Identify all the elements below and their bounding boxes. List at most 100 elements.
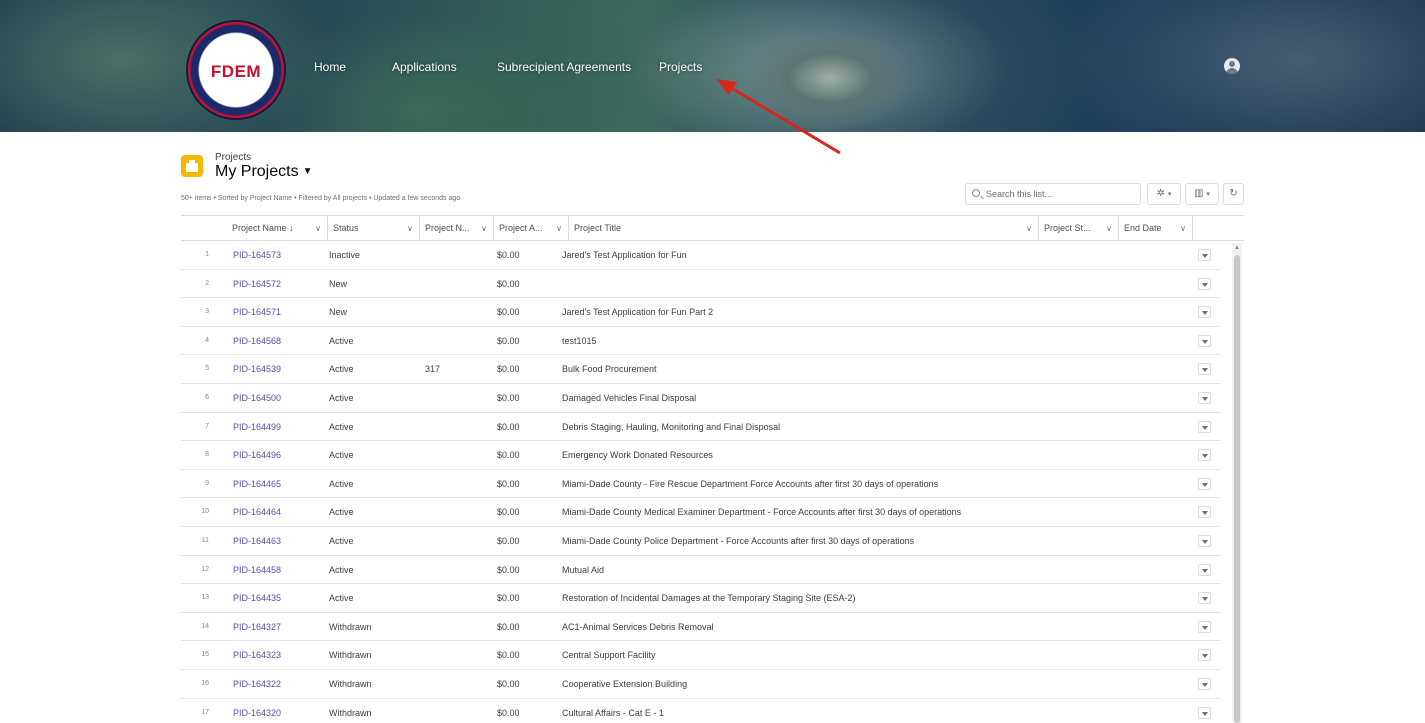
scroll-up-icon[interactable]: ▲ — [1234, 245, 1240, 251]
row-actions-dropdown-icon[interactable] — [1198, 649, 1211, 662]
row-number: 15 — [201, 651, 209, 659]
row-actions-dropdown-icon[interactable] — [1198, 277, 1211, 290]
chevron-down-icon: ∨ — [481, 224, 487, 233]
project-name-link[interactable]: PID-164322 — [233, 670, 281, 698]
row-number: 16 — [201, 680, 209, 687]
project-name-link[interactable]: PID-164464 — [233, 498, 281, 526]
row-actions-dropdown-icon[interactable] — [1198, 706, 1211, 719]
refresh-button[interactable]: ↻ — [1223, 183, 1244, 205]
project-name-link[interactable]: PID-164571 — [233, 298, 281, 326]
display-as-button[interactable]: ▥ ▾ — [1185, 183, 1219, 205]
header-banner: FDEM Home Applications Subrecipient Agre… — [0, 0, 1425, 132]
logo-text: FDEM — [210, 62, 262, 81]
row-number: 11 — [201, 537, 209, 544]
row-number: 4 — [205, 336, 209, 344]
project-name-link[interactable]: PID-164323 — [233, 641, 281, 669]
row-actions-dropdown-icon[interactable] — [1198, 477, 1211, 490]
project-name-link[interactable]: PID-164572 — [233, 270, 281, 298]
list-view-selector[interactable]: My Projects ▼ — [215, 163, 312, 181]
row-number: 14 — [201, 622, 209, 630]
caret-down-icon: ▼ — [302, 166, 313, 178]
column-header-project-status[interactable]: Project St... ∨ — [1039, 216, 1119, 241]
row-actions-dropdown-icon[interactable] — [1198, 535, 1211, 547]
row-actions-dropdown-icon[interactable] — [1198, 563, 1211, 576]
column-header-project-number[interactable]: Project N... ∨ — [420, 216, 494, 241]
project-name-link[interactable]: PID-164539 — [233, 355, 281, 383]
column-header-project-title[interactable]: Project Title ∨ — [569, 216, 1039, 241]
status-cell: New — [329, 278, 348, 289]
project-name-link[interactable]: PID-164496 — [233, 441, 281, 469]
column-header-project-amount[interactable]: Project A... ∨ — [494, 216, 569, 241]
project-name-link[interactable]: PID-164458 — [233, 556, 281, 584]
column-header-project-name[interactable]: Project Name ↓ ∨ — [227, 216, 328, 241]
row-actions-dropdown-icon[interactable] — [1198, 363, 1211, 376]
status-cell: Active — [329, 593, 354, 604]
project-name-link[interactable]: PID-164465 — [233, 470, 281, 498]
project-name-link[interactable]: PID-164320 — [233, 699, 281, 723]
column-label: Project N... — [425, 223, 470, 233]
row-actions-dropdown-icon[interactable] — [1198, 506, 1211, 519]
object-label: Projects — [215, 152, 252, 163]
table-row: 14 PID-164327 Withdrawn $0.00 AC1-Animal Ser… — [181, 613, 1221, 642]
chevron-down-icon: ∨ — [556, 224, 562, 233]
nav-subrecipient-agreements[interactable]: Subrecipient Agreements — [497, 60, 631, 74]
row-actions-dropdown-icon[interactable] — [1198, 392, 1211, 404]
status-cell: Inactive — [329, 250, 361, 260]
project-title-cell: Debris Staging, Hauling, Monitoring and … — [562, 421, 781, 432]
fdem-logo[interactable]: FDEM — [188, 22, 284, 118]
project-name-link[interactable]: PID-164435 — [233, 584, 281, 612]
table-row: 16 PID-164322 Withdrawn $0.00 Cooperative Ex… — [181, 670, 1221, 699]
project-name-link[interactable]: PID-164568 — [233, 327, 281, 355]
list-view-name: My Projects — [215, 163, 299, 180]
row-number: 6 — [205, 394, 209, 401]
project-amount-cell: $0.00 — [497, 679, 520, 689]
status-cell: Withdrawn — [329, 650, 372, 661]
column-header-end-date[interactable]: End Date ∨ — [1119, 216, 1193, 241]
search-icon — [972, 189, 980, 197]
project-title-cell: Miami-Dade County Police Department - Fo… — [562, 536, 915, 546]
project-name-link[interactable]: PID-164500 — [233, 384, 281, 412]
nav-applications[interactable]: Applications — [392, 60, 457, 74]
row-actions-dropdown-icon[interactable] — [1198, 449, 1211, 462]
project-amount-cell: $0.00 — [497, 278, 520, 289]
project-title-cell: test1015 — [562, 335, 597, 346]
status-cell: Active — [329, 450, 354, 461]
table-icon: ▥ — [1194, 188, 1204, 199]
row-number: 3 — [205, 308, 209, 316]
column-header-status[interactable]: Status ∨ — [328, 216, 420, 241]
table-row: 10 PID-164464 Active $0.00 Miami-Dade County… — [181, 498, 1221, 527]
search-list-input[interactable]: Search this list... — [965, 183, 1141, 205]
row-actions-dropdown-icon[interactable] — [1198, 678, 1211, 690]
table-scrollbar[interactable]: ▲ — [1232, 243, 1242, 723]
row-actions-dropdown-icon[interactable] — [1198, 249, 1211, 261]
chevron-down-icon: ∨ — [1180, 224, 1186, 233]
table-row: 5 PID-164539 Active 317 $0.00 Bulk Food Procu… — [181, 355, 1221, 384]
status-cell: Active — [329, 507, 354, 518]
project-name-link[interactable]: PID-164463 — [233, 527, 281, 555]
row-actions-dropdown-icon[interactable] — [1198, 306, 1211, 319]
user-avatar-icon[interactable] — [1224, 58, 1240, 74]
project-amount-cell: $0.00 — [497, 621, 520, 632]
list-settings-button[interactable]: ✲ ▾ — [1147, 183, 1181, 205]
column-label: Project St... — [1044, 223, 1091, 233]
row-actions-dropdown-icon[interactable] — [1198, 592, 1211, 605]
table-row: 11 PID-164463 Active $0.00 Miami-Dade County… — [181, 527, 1221, 556]
scrollbar-thumb[interactable] — [1234, 255, 1240, 723]
project-title-cell: Miami-Dade County - Fire Rescue Departme… — [562, 478, 939, 489]
row-actions-dropdown-icon[interactable] — [1198, 620, 1211, 633]
status-cell: Active — [329, 564, 354, 575]
row-number: 17 — [201, 708, 209, 716]
status-cell: Active — [329, 478, 354, 489]
project-name-link[interactable]: PID-164327 — [233, 613, 281, 641]
nav-projects[interactable]: Projects — [659, 60, 702, 74]
table-row: 1 PID-164573 Inactive $0.00 Jared's Test App… — [181, 241, 1221, 270]
project-name-link[interactable]: PID-164573 — [233, 241, 281, 269]
nav-home[interactable]: Home — [314, 60, 346, 74]
chevron-down-icon: ∨ — [407, 224, 413, 233]
row-actions-dropdown-icon[interactable] — [1198, 334, 1211, 347]
project-amount-cell: $0.00 — [497, 707, 520, 718]
table-row: 7 PID-164499 Active $0.00 Debris Staging, Ha… — [181, 413, 1221, 442]
row-actions-dropdown-icon[interactable] — [1198, 420, 1211, 433]
table-header: Project Name ↓ ∨ Status ∨ Project N... ∨ Pr… — [181, 215, 1244, 241]
project-name-link[interactable]: PID-164499 — [233, 413, 281, 441]
